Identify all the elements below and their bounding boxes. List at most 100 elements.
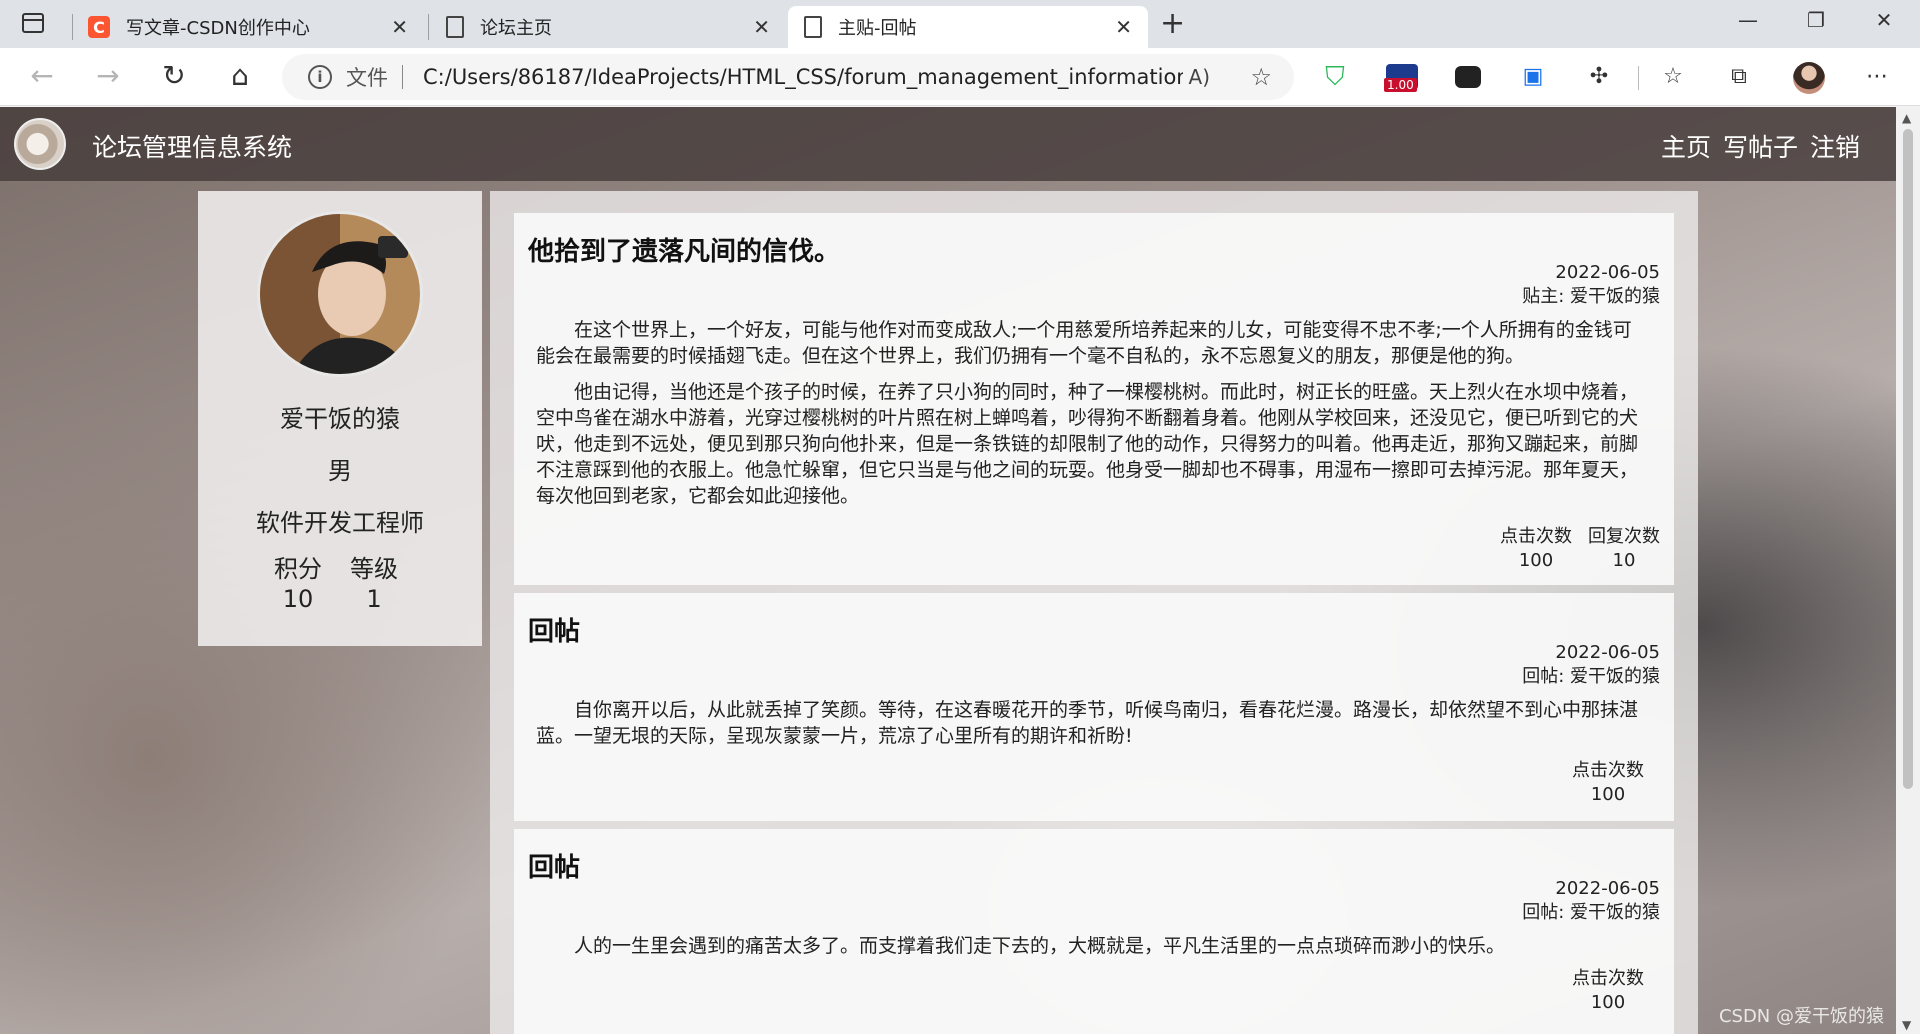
user-avatar-image — [260, 214, 420, 374]
home-icon[interactable]: ⌂ — [222, 60, 258, 92]
user-stats: 积分 10 等级 1 — [274, 554, 398, 614]
reply-content: 自你离开以后，从此就丢掉了笑颜。等待，在这春暖花开的季节，听候鸟南归，看春花烂漫… — [536, 697, 1650, 759]
reply-count-value: 10 — [1612, 550, 1636, 571]
post-meta: 2022-06-05 贴主: 爱干饭的猿 — [1522, 261, 1660, 309]
nav-write-post-link[interactable]: 写帖子 — [1723, 128, 1798, 164]
site-title: 论坛管理信息系统 — [92, 133, 293, 162]
post-counts: 点击次数 100 回复次数 10 — [1500, 525, 1660, 573]
click-count-label: 点击次数 — [1500, 526, 1572, 547]
read-aloud-icon[interactable]: A) — [1189, 65, 1210, 89]
profile-avatar[interactable] — [1793, 62, 1825, 94]
more-icon[interactable]: ⋯ — [1862, 62, 1892, 92]
user-name: 爱干饭的猿 — [280, 405, 400, 433]
scroll-down-icon[interactable]: ▼ — [1902, 1018, 1911, 1032]
close-icon[interactable]: ✕ — [391, 15, 408, 39]
divider — [1638, 66, 1639, 90]
points-stat: 积分 10 — [274, 554, 322, 614]
window-close-icon[interactable]: ✕ — [1866, 8, 1902, 32]
points-label: 积分 — [274, 555, 322, 583]
post-paragraph: 他由记得，当他还是个孩子的时候，在养了只小狗的同时，种了一棵樱桃树。而此时，树正… — [536, 381, 1639, 507]
click-count-value: 100 — [1590, 992, 1626, 1013]
user-job: 软件开发工程师 — [256, 509, 424, 537]
minimize-icon[interactable]: — — [1730, 8, 1766, 32]
tab-separator — [428, 14, 429, 40]
browser-tab-bar: C 写文章-CSDN创作中心 ✕ 论坛主页 ✕ 主贴-回帖 ✕ + — ❐ ✕ — [0, 0, 1920, 48]
reply-post: 回帖 2022-06-05 回帖: 爱干饭的猿 自你离开以后，从此就丢掉了笑颜。… — [514, 593, 1674, 821]
address-bar[interactable]: i 文件 C:/Users/86187/IdeaProjects/HTML_CS… — [282, 54, 1294, 100]
document-icon — [446, 16, 464, 38]
shield-extension-icon[interactable]: ⛉ — [1320, 62, 1350, 92]
collections-icon[interactable]: ⧉ — [1724, 62, 1754, 92]
site-header: 论坛管理信息系统 主页 写帖子 注销 — [0, 107, 1896, 181]
scroll-up-icon[interactable]: ▲ — [1902, 111, 1911, 125]
reply-counts: 点击次数 100 — [1572, 967, 1644, 1015]
reply-text: 自你离开以后，从此就丢掉了笑颜。等待，在这春暖花开的季节，听候鸟南归，看春花烂漫… — [536, 699, 1639, 747]
reply-meta: 2022-06-05 回帖: 爱干饭的猿 — [1522, 877, 1660, 925]
post-title: 他拾到了遗落凡间的信伐。 — [528, 237, 841, 267]
csdn-icon: C — [88, 16, 110, 38]
close-icon[interactable]: ✕ — [753, 15, 770, 39]
translate-extension-icon[interactable]: ▣ — [1518, 62, 1548, 92]
new-tab-icon[interactable]: + — [1160, 6, 1185, 41]
reply-title: 回帖 — [528, 617, 581, 647]
extension-badge-count: 1.00 — [1384, 78, 1417, 92]
user-profile-card: 爱干饭的猿 男 软件开发工程师 积分 10 等级 1 — [198, 191, 482, 646]
nav-logout-link[interactable]: 注销 — [1810, 128, 1860, 164]
reply-title: 回帖 — [528, 853, 581, 883]
scheme-label: 文件 — [346, 66, 388, 90]
post-date: 2022-06-05 — [1555, 262, 1660, 283]
click-count-value: 100 — [1518, 550, 1554, 571]
post-content: 在这个世界上，一个好友，可能与他作对而变成敌人;一个用慈爱所培养起来的儿女，可能… — [536, 317, 1650, 519]
info-icon[interactable]: i — [308, 65, 332, 89]
reply-content: 人的一生里会遇到的痛苦太多了。而支撑着我们走下去的，大概就是，平凡生活里的一点点… — [536, 933, 1650, 969]
forward-icon[interactable]: → — [90, 60, 126, 92]
favorites-icon[interactable]: ☆ — [1658, 62, 1688, 92]
level-value: 1 — [366, 585, 382, 613]
click-count: 点击次数 100 — [1572, 759, 1644, 807]
extensions-icon[interactable]: ✣ — [1584, 62, 1614, 92]
reply-post: 回帖 2022-06-05 回帖: 爱干饭的猿 人的一生里会遇到的痛苦太多了。而… — [514, 829, 1674, 1034]
click-count-label: 点击次数 — [1572, 760, 1644, 781]
click-count: 点击次数 100 — [1500, 525, 1572, 573]
tab-title: 论坛主页 — [480, 18, 552, 39]
tab-csdn[interactable]: C 写文章-CSDN创作中心 ✕ — [72, 6, 424, 48]
main-post: 他拾到了遗落凡间的信伐。 2022-06-05 贴主: 爱干饭的猿 在这个世界上… — [514, 213, 1674, 585]
site-nav: 主页 写帖子 注销 — [1661, 128, 1860, 164]
click-count: 点击次数 100 — [1572, 967, 1644, 1015]
post-author: 贴主: 爱干饭的猿 — [1522, 286, 1660, 307]
game-extension-icon[interactable] — [1455, 66, 1481, 88]
user-gender: 男 — [328, 457, 352, 485]
tab-title: 主贴-回帖 — [838, 18, 917, 39]
reply-author: 回帖: 爱干饭的猿 — [1522, 666, 1660, 687]
reply-date: 2022-06-05 — [1555, 878, 1660, 899]
divider — [402, 65, 403, 89]
back-icon[interactable]: ← — [24, 60, 60, 92]
reply-counts: 点击次数 100 — [1572, 759, 1644, 807]
reply-count: 回复次数 10 — [1588, 525, 1660, 573]
click-count-value: 100 — [1590, 784, 1626, 805]
tab-post-reply[interactable]: 主贴-回帖 ✕ — [788, 6, 1148, 48]
csdn-watermark: CSDN @爱干饭的猿 — [1718, 1006, 1884, 1027]
reply-meta: 2022-06-05 回帖: 爱干饭的猿 — [1522, 641, 1660, 689]
page-viewport: 论坛管理信息系统 主页 写帖子 注销 爱干饭的猿 男 软件开发工程师 积分 10 — [0, 107, 1896, 1034]
tab-forum-home[interactable]: 论坛主页 ✕ — [430, 6, 786, 48]
tab-actions-icon[interactable] — [22, 13, 44, 33]
reply-author: 回帖: 爱干饭的猿 — [1522, 902, 1660, 923]
close-icon[interactable]: ✕ — [1115, 15, 1132, 39]
document-icon — [804, 16, 822, 38]
restore-icon[interactable]: ❐ — [1798, 8, 1834, 32]
user-avatar — [257, 211, 423, 377]
click-count-label: 点击次数 — [1572, 968, 1644, 989]
reply-text: 人的一生里会遇到的痛苦太多了。而支撑着我们走下去的，大概就是，平凡生活里的一点点… — [574, 935, 1506, 957]
refresh-icon[interactable]: ↻ — [156, 60, 192, 92]
browser-toolbar: ← → ↻ ⌂ i 文件 C:/Users/86187/IdeaProjects… — [0, 48, 1920, 106]
tab-title: 写文章-CSDN创作中心 — [126, 18, 310, 39]
url-text[interactable]: C:/Users/86187/IdeaProjects/HTML_CSS/for… — [423, 65, 1183, 89]
nav-home-link[interactable]: 主页 — [1661, 128, 1711, 164]
extension-badge-icon[interactable]: 1.00 — [1384, 64, 1418, 92]
level-stat: 等级 1 — [350, 554, 398, 614]
site-logo[interactable] — [14, 118, 66, 170]
scrollbar-thumb[interactable] — [1903, 129, 1913, 789]
page-scrollbar[interactable]: ▲ ▼ — [1896, 107, 1920, 1034]
add-favorite-icon[interactable]: ☆ — [1250, 63, 1272, 91]
